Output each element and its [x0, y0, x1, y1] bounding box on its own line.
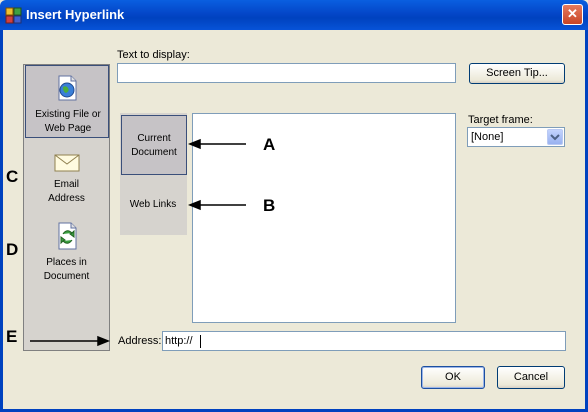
arrow-e [30, 335, 111, 347]
annotation-letter-a: A [263, 135, 276, 154]
annotation-letter-c: C [6, 167, 19, 186]
annotation-letter-b: B [263, 196, 276, 215]
annotation-letter-d: D [6, 240, 19, 259]
annotation-letter-e: E [6, 327, 18, 346]
arrow-a [187, 138, 246, 150]
annotation-arrows [30, 138, 246, 347]
arrow-b [187, 199, 246, 211]
